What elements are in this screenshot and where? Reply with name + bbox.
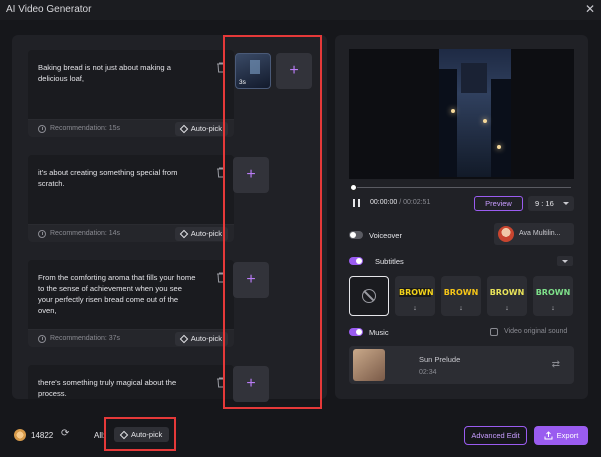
aspect-ratio-select[interactable]: 9 : 16 (528, 196, 574, 211)
recommendation-text: Recommendation: 14s (50, 230, 121, 237)
add-media-button[interactable]: + (276, 53, 312, 89)
auto-pick-button[interactable]: Auto-pick (174, 227, 228, 241)
export-button[interactable]: Export (534, 426, 588, 445)
segment-text: it's about creating something special fr… (38, 168, 178, 188)
title-bar: AI Video Generator ✕ (0, 0, 601, 20)
voice-selector[interactable]: Ava Multilin... (494, 223, 574, 245)
advanced-edit-button[interactable]: Advanced Edit (464, 426, 527, 445)
window-title: AI Video Generator (6, 4, 92, 15)
total-time: 00:02:51 (403, 199, 431, 206)
subtitle-style-none[interactable] (349, 276, 389, 316)
track-duration: 02:34 (419, 369, 437, 376)
chevron-down-icon (563, 202, 569, 205)
download-icon: ↓ (459, 305, 463, 312)
clock-icon (38, 125, 46, 133)
music-track[interactable]: Sun Prelude 02:34 ⇄ (349, 346, 574, 384)
segment-text: From the comforting aroma that fills you… (38, 273, 196, 315)
subtitle-style-4[interactable]: BROWN ↓ (533, 276, 573, 316)
all-auto-pick-button[interactable]: Auto-pick (114, 427, 170, 442)
coin-icon (14, 429, 26, 441)
add-media-button[interactable]: + (233, 366, 269, 402)
diamond-icon (179, 124, 188, 134)
swap-icon[interactable]: ⇄ (552, 359, 560, 370)
music-toggle[interactable] (349, 328, 363, 336)
original-sound-label: Video original sound (504, 328, 568, 335)
segment-text: there's something truly magical about th… (38, 378, 177, 398)
credit-count: 14822 (31, 431, 54, 440)
segment-footer: Recommendation: 14s Auto-pick (28, 224, 234, 242)
segment-footer: Recommendation: 15s Auto-pick (28, 119, 234, 137)
segment-card: From the comforting aroma that fills you… (28, 260, 234, 347)
segment-card: there's something truly magical about th… (28, 365, 234, 399)
diamond-icon (119, 430, 129, 439)
voiceover-toggle[interactable] (349, 231, 363, 239)
subtitle-style-2[interactable]: BROWN ↓ (441, 276, 481, 316)
chevron-down-icon (562, 260, 568, 263)
recommendation-text: Recommendation: 37s (50, 335, 121, 342)
segment-footer: Recommendation: 37s Auto-pick (28, 329, 234, 347)
preview-button[interactable]: Preview (474, 196, 523, 211)
timeline-track[interactable] (353, 187, 571, 188)
video-preview[interactable] (349, 49, 574, 179)
add-media-button[interactable]: + (233, 157, 269, 193)
no-style-icon (362, 289, 376, 303)
original-sound-checkbox[interactable] (490, 328, 498, 336)
media-column: 3s + + + + (223, 35, 322, 409)
close-icon[interactable]: ✕ (585, 2, 595, 16)
subtitle-style-3[interactable]: BROWN ↓ (487, 276, 527, 316)
diamond-icon (179, 229, 188, 239)
music-label: Music (369, 328, 389, 337)
all-auto-pick-highlight: Auto-pick (104, 417, 176, 451)
voice-avatar (498, 226, 514, 242)
track-title: Sun Prelude (419, 355, 461, 364)
auto-pick-button[interactable]: Auto-pick (174, 332, 228, 346)
download-icon: ↓ (505, 305, 509, 312)
export-icon (544, 431, 553, 440)
recommendation-text: Recommendation: 15s (50, 125, 121, 132)
time-display: 00:00:00 / 00:02:51 (370, 199, 431, 206)
media-thumbnail[interactable]: 3s (235, 53, 271, 89)
subtitles-label: Subtitles (375, 257, 404, 266)
clock-icon (38, 335, 46, 343)
timeline-handle[interactable] (350, 184, 357, 191)
download-icon: ↓ (413, 305, 417, 312)
pause-icon[interactable] (353, 199, 360, 207)
subtitles-toggle[interactable] (349, 257, 363, 265)
add-media-button[interactable]: + (233, 262, 269, 298)
download-icon: ↓ (551, 305, 555, 312)
segment-text: Baking bread is not just about making a … (38, 63, 171, 83)
clock-icon (38, 230, 46, 238)
settings-panel: 00:00:00 / 00:02:51 Preview 9 : 16 Voice… (335, 35, 588, 399)
refresh-icon[interactable]: ⟳ (61, 428, 69, 439)
segment-card: it's about creating something special fr… (28, 155, 234, 242)
thumbnail-duration: 3s (239, 79, 246, 86)
preview-frame (439, 49, 511, 177)
voiceover-label: Voiceover (369, 231, 402, 240)
footer-bar: 14822 ⟳ All: Advanced Edit Export (0, 412, 601, 457)
segment-card: Baking bread is not just about making a … (28, 50, 234, 137)
diamond-icon (179, 334, 188, 344)
auto-pick-button[interactable]: Auto-pick (174, 122, 228, 136)
album-cover (353, 349, 385, 381)
subtitle-style-1[interactable]: BROWN ↓ (395, 276, 435, 316)
subtitles-dropdown[interactable] (557, 256, 573, 266)
current-time: 00:00:00 (370, 199, 398, 206)
voice-name: Ava Multilin... (519, 230, 561, 237)
